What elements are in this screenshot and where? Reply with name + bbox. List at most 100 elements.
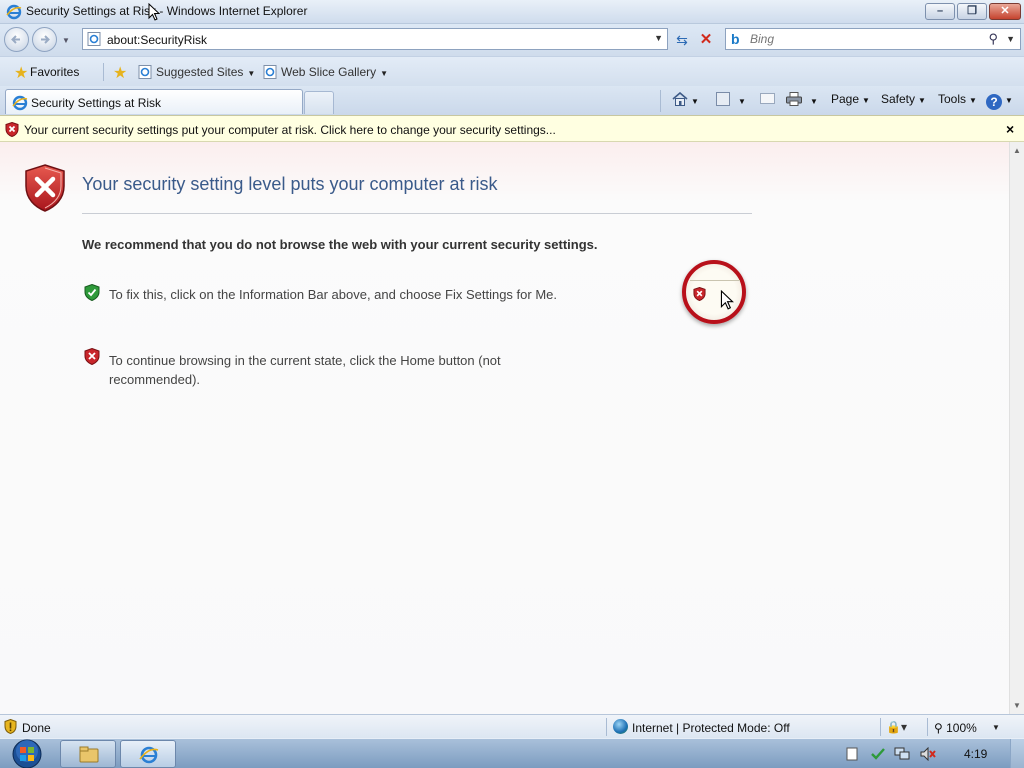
zoom-level[interactable]: ⚲ 100% bbox=[934, 721, 977, 735]
favorites-separator bbox=[103, 63, 104, 81]
restore-icon: ❐ bbox=[967, 5, 977, 17]
taskbar: 4:19 bbox=[0, 738, 1024, 768]
suggested-sites-label: Suggested Sites bbox=[156, 65, 244, 79]
windows-logo-icon bbox=[12, 739, 42, 768]
address-row: ▼ about:SecurityRisk ▼ ⇆ ✕ b ⚲ ▼ bbox=[0, 24, 1024, 56]
zoom-level-value: 100% bbox=[946, 721, 977, 735]
suggested-sites-page-icon bbox=[138, 65, 152, 82]
tab-row: Security Settings at Risk ▼ ▼ ▼ Page ▼ Sa… bbox=[0, 86, 1024, 115]
chevron-down-icon: ▼ bbox=[969, 96, 977, 105]
printer-icon bbox=[786, 92, 802, 106]
volume-muted-icon[interactable] bbox=[920, 746, 936, 762]
back-button[interactable] bbox=[4, 27, 29, 52]
callout-highlight-circle bbox=[682, 260, 746, 324]
title-bar: Security Settings at Risk - Windows Inte… bbox=[0, 0, 1024, 24]
folder-icon bbox=[79, 746, 99, 763]
chevron-down-icon: ▼ bbox=[738, 97, 746, 106]
tools-menu-label: Tools bbox=[938, 92, 967, 106]
mail-icon bbox=[760, 93, 775, 104]
taskbar-windows-explorer[interactable] bbox=[60, 740, 116, 768]
tools-menu[interactable]: Tools ▼ bbox=[938, 92, 977, 112]
zoom-dropdown-icon[interactable]: ▼ bbox=[992, 723, 1000, 732]
web-slice-gallery-label: Web Slice Gallery bbox=[281, 65, 377, 79]
continue-instruction-item: To continue browsing in the current stat… bbox=[84, 347, 501, 387]
add-to-favorites-bar-icon[interactable]: ★ bbox=[113, 63, 127, 83]
close-information-bar-button[interactable]: × bbox=[1006, 121, 1014, 137]
scroll-up-icon[interactable]: ▲ bbox=[1013, 146, 1021, 155]
refresh-button[interactable]: ⇆ bbox=[672, 30, 692, 50]
vertical-scrollbar[interactable]: ▲ ▼ bbox=[1009, 142, 1024, 714]
favorites-button[interactable]: ★ Favorites bbox=[8, 61, 85, 83]
maximize-button[interactable]: ❐ bbox=[957, 3, 987, 20]
taskbar-internet-explorer[interactable] bbox=[120, 740, 176, 768]
read-mail-button[interactable] bbox=[760, 92, 775, 112]
start-button[interactable] bbox=[8, 739, 46, 768]
fix-instruction-text: To fix this, click on the Information Ba… bbox=[109, 287, 557, 302]
search-input[interactable] bbox=[750, 31, 980, 47]
suggested-sites-button[interactable]: Suggested Sites ▼ bbox=[138, 65, 255, 82]
address-url: about:SecurityRisk bbox=[107, 33, 208, 47]
home-button[interactable]: ▼ bbox=[672, 92, 699, 112]
feeds-button[interactable]: ▼ bbox=[716, 92, 746, 112]
tab-security-settings[interactable]: Security Settings at Risk bbox=[5, 89, 303, 114]
security-check-icon[interactable] bbox=[870, 747, 885, 761]
home-icon bbox=[672, 92, 688, 106]
red-shield-x-icon bbox=[84, 347, 100, 368]
safety-menu[interactable]: Safety ▼ bbox=[881, 92, 926, 112]
info-bar-shield-icon bbox=[693, 287, 706, 304]
internet-explorer-icon bbox=[139, 746, 159, 764]
scroll-down-icon[interactable]: ▼ bbox=[1013, 701, 1021, 710]
network-icon[interactable] bbox=[894, 747, 910, 761]
status-text: Done bbox=[22, 721, 51, 735]
search-box: b ⚲ ▼ bbox=[725, 28, 1021, 50]
mouse-pointer-icon bbox=[720, 289, 734, 313]
security-zone-text[interactable]: Internet | Protected Mode: Off bbox=[632, 721, 790, 735]
callout-info-bar-line bbox=[690, 280, 740, 281]
address-dropdown-icon[interactable]: ▼ bbox=[654, 33, 663, 43]
command-bar-separator bbox=[660, 90, 661, 112]
chevron-down-icon: ▼ bbox=[918, 96, 926, 105]
help-icon: ? bbox=[986, 94, 1002, 110]
forward-arrow-icon bbox=[41, 35, 50, 44]
page-icon bbox=[87, 32, 101, 49]
close-window-button[interactable]: ✕ bbox=[989, 3, 1021, 20]
new-tab-button[interactable] bbox=[304, 91, 334, 114]
status-bar: Done Internet | Protected Mode: Off 🔒▾ ⚲… bbox=[0, 714, 1024, 738]
web-slice-gallery-button[interactable]: Web Slice Gallery ▼ bbox=[263, 65, 388, 82]
ie-logo-icon bbox=[6, 4, 22, 23]
help-menu[interactable]: ? ▼ bbox=[986, 92, 1013, 112]
search-icon[interactable]: ⚲ bbox=[988, 31, 998, 47]
page-content: Your security setting level puts your co… bbox=[0, 142, 1009, 714]
address-bar[interactable]: about:SecurityRisk ▼ bbox=[82, 28, 668, 50]
status-separator bbox=[927, 718, 928, 736]
page-menu[interactable]: Page ▼ bbox=[831, 92, 870, 112]
internet-zone-globe-icon bbox=[613, 719, 628, 734]
tab-label: Security Settings at Risk bbox=[31, 96, 162, 110]
favorites-star-icon: ★ bbox=[14, 65, 29, 82]
continue-instruction-text: To continue browsing in the current stat… bbox=[109, 353, 501, 387]
tab-ie-icon bbox=[12, 95, 28, 114]
privacy-lock-icon[interactable]: 🔒▾ bbox=[886, 720, 907, 734]
window-title: Security Settings at Risk - Windows Inte… bbox=[26, 4, 308, 18]
show-desktop-button[interactable] bbox=[1010, 739, 1024, 768]
taskbar-clock[interactable]: 4:19 bbox=[964, 747, 987, 761]
bing-logo-icon: b bbox=[731, 31, 740, 47]
forward-button[interactable] bbox=[32, 27, 57, 52]
safety-menu-label: Safety bbox=[881, 92, 916, 106]
favorites-bar: ★ Favorites ★ Suggested Sites ▼ Web Slice… bbox=[0, 56, 1024, 86]
status-shield-warning-icon bbox=[4, 718, 17, 737]
recent-pages-dropdown[interactable]: ▼ bbox=[62, 36, 70, 45]
green-shield-check-icon bbox=[84, 283, 100, 304]
print-button[interactable]: ▼ bbox=[786, 92, 818, 112]
action-center-flag-icon[interactable] bbox=[846, 747, 860, 761]
stop-button[interactable]: ✕ bbox=[696, 30, 716, 50]
search-options-dropdown[interactable]: ▼ bbox=[1006, 34, 1015, 44]
information-bar[interactable]: Your current security settings put your … bbox=[0, 115, 1024, 142]
mouse-pointer-icon bbox=[148, 2, 161, 24]
security-warning-shield-icon bbox=[24, 164, 66, 215]
back-arrow-icon bbox=[11, 35, 20, 44]
chevron-down-icon: ▼ bbox=[380, 69, 389, 78]
red-shield-x-icon bbox=[5, 121, 19, 140]
heading-divider bbox=[82, 213, 752, 214]
minimize-button[interactable]: – bbox=[925, 3, 955, 20]
